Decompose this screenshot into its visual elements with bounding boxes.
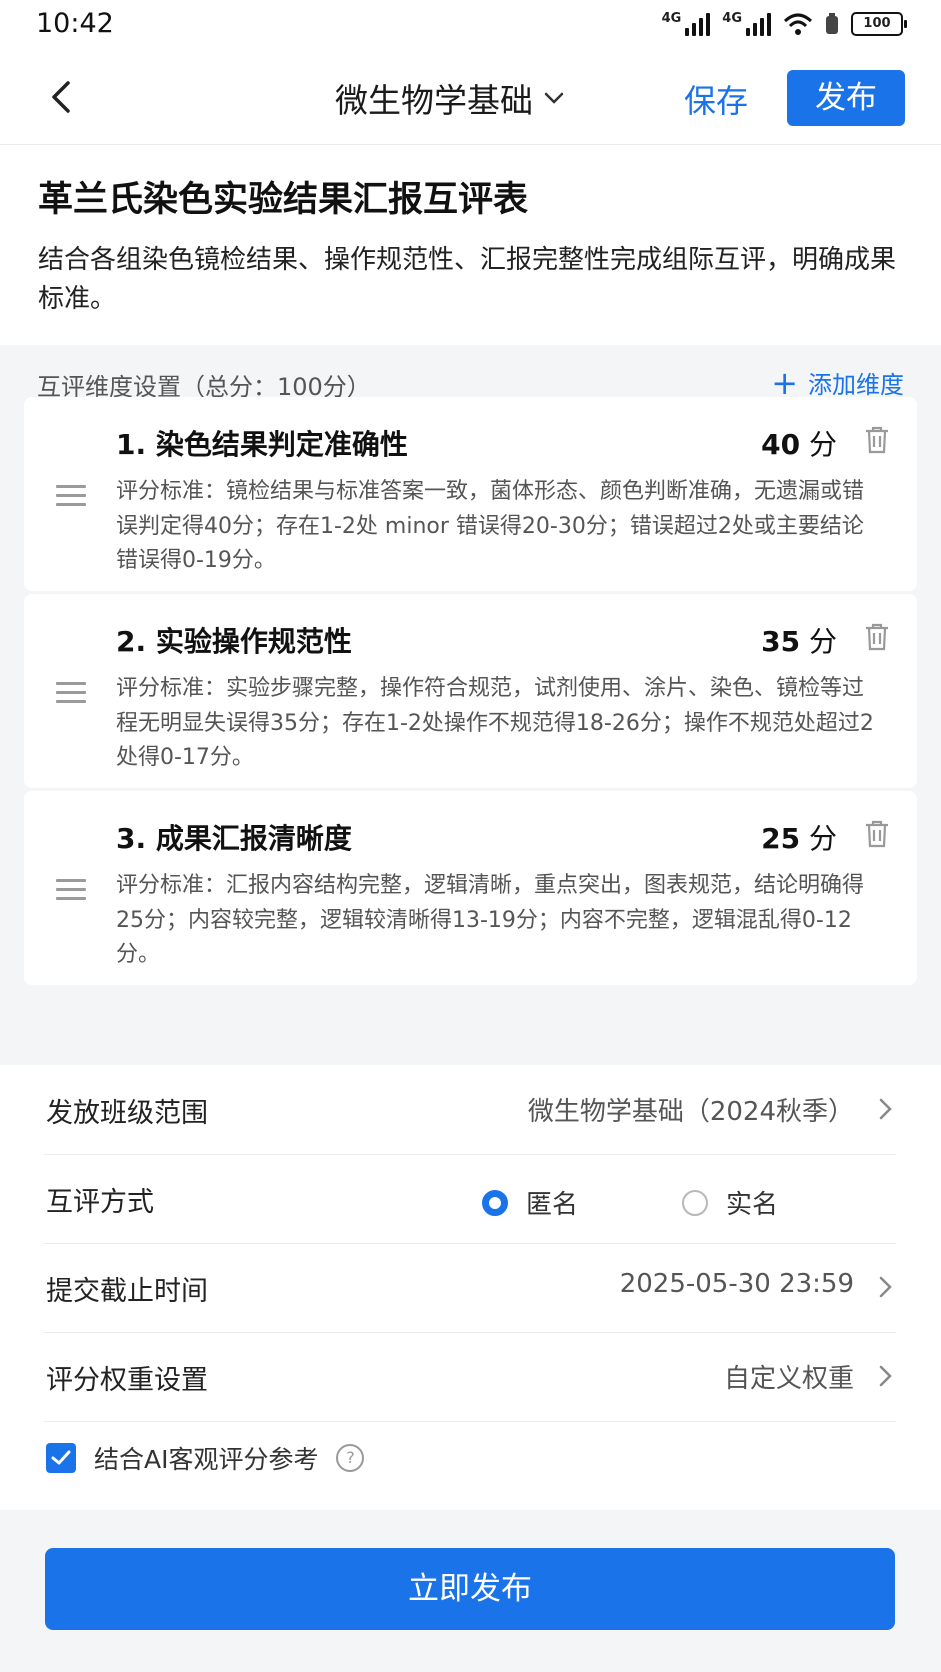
signal-icon: 4G [722, 12, 771, 36]
form-title[interactable]: 革兰氏染色实验结果汇报互评表 [38, 171, 528, 222]
chevron-down-icon [544, 92, 564, 104]
form-header: 革兰氏染色实验结果汇报互评表 结合各组染色镜检结果、操作规范性、汇报完整性完成组… [0, 145, 941, 345]
ai-reference-option: 结合AI客观评分参考 ? [46, 1440, 365, 1476]
radio-real-name[interactable]: 实名 [682, 1184, 778, 1221]
course-title: 微生物学基础 [335, 81, 533, 120]
score-unit: 分 [808, 428, 837, 461]
weight-value: 自定义权重 [723, 1364, 854, 1394]
bottom-bar: 立即发布 [0, 1510, 941, 1672]
wifi-icon [783, 13, 813, 35]
dimension-score[interactable]: 35 分 [761, 620, 837, 660]
dimension-title: 1. 染色结果判定准确性 [116, 428, 408, 461]
dimension-card[interactable]: 3. 成果汇报清晰度 25 分 评分标准：汇报内容结构完整，逻辑清晰，重点突出，… [24, 791, 917, 985]
status-time: 10:42 [36, 8, 114, 39]
deadline-value: 2025-05-30 23:59 [619, 1269, 854, 1299]
trash-icon[interactable] [863, 819, 891, 849]
radio-selected-icon [482, 1189, 508, 1216]
ai-reference-checkbox[interactable] [46, 1443, 76, 1473]
class-scope-label: 发放班级范围 [46, 1098, 208, 1129]
status-icons: 4G 4G 100 [662, 12, 907, 36]
class-scope-value: 微生物学基础（2024秋季） [527, 1097, 854, 1127]
dimension-card[interactable]: 1. 染色结果判定准确性 40 分 评分标准：镜检结果与标准答案一致，菌体形态、… [24, 397, 917, 591]
dimension-title: 3. 成果汇报清晰度 [116, 822, 352, 855]
weight-label: 评分权重设置 [46, 1365, 208, 1396]
save-button[interactable]: 保存 [684, 76, 748, 122]
deadline-row[interactable]: 提交截止时间 2025-05-30 23:59 [44, 1243, 896, 1333]
weight-row[interactable]: 评分权重设置 自定义权重 [44, 1332, 896, 1422]
settings-list: 发放班级范围 微生物学基础（2024秋季） 互评方式 匿名 实名 提交截止时间 … [0, 1065, 941, 1510]
battery-icon: 100 [851, 12, 907, 36]
publish-button[interactable]: 发布 [787, 70, 905, 126]
dimension-criteria: 评分标准：汇报内容结构完整，逻辑清晰，重点突出，图表规范，结论明确得25分；内容… [116, 873, 865, 967]
chevron-right-icon [879, 1098, 892, 1120]
radio-anonymous[interactable]: 匿名 [482, 1184, 578, 1221]
add-dimension-label: 添加维度 [808, 371, 904, 399]
back-arrow-icon[interactable] [44, 77, 84, 117]
deadline-label: 提交截止时间 [46, 1276, 208, 1307]
score-value: 40 [761, 428, 801, 461]
radio-anonymous-label: 匿名 [526, 1190, 579, 1220]
ai-reference-label: 结合AI客观评分参考 [94, 1445, 319, 1474]
form-description[interactable]: 结合各组染色镜检结果、操作规范性、汇报完整性完成组际互评，明确成果标准。 [38, 241, 908, 319]
trash-icon[interactable] [863, 425, 891, 455]
add-dimension-button[interactable]: + 添加维度 [771, 365, 904, 400]
nav-bar: 微生物学基础 保存 发布 [0, 52, 941, 145]
score-value: 25 [761, 822, 801, 855]
plus-icon: + [771, 363, 798, 402]
dimension-card[interactable]: 2. 实验操作规范性 35 分 评分标准：实验步骤完整，操作符合规范，试剂使用、… [24, 594, 917, 788]
signal-label: 4G [722, 11, 742, 26]
score-value: 35 [761, 625, 801, 658]
battery-saver-icon [826, 13, 838, 34]
review-mode-label: 互评方式 [46, 1187, 154, 1218]
radio-real-name-label: 实名 [726, 1190, 779, 1220]
score-unit: 分 [808, 625, 837, 658]
signal-label: 4G [661, 11, 682, 26]
publish-now-button[interactable]: 立即发布 [45, 1548, 895, 1630]
help-icon[interactable]: ? [336, 1444, 365, 1472]
course-selector[interactable]: 微生物学基础 [335, 74, 565, 122]
drag-handle-icon[interactable] [56, 879, 86, 901]
signal-icon: 4G [662, 12, 711, 36]
review-mode-row: 互评方式 匿名 实名 [44, 1154, 896, 1244]
dimension-score[interactable]: 25 分 [761, 817, 837, 857]
score-unit: 分 [808, 822, 837, 855]
drag-handle-icon[interactable] [56, 682, 86, 704]
radio-unselected-icon [682, 1189, 708, 1216]
chevron-right-icon [879, 1276, 892, 1298]
dimension-criteria: 评分标准：实验步骤完整，操作符合规范，试剂使用、涂片、染色、镜检等过程无明显失误… [116, 676, 874, 770]
class-scope-row[interactable]: 发放班级范围 微生物学基础（2024秋季） [44, 1065, 896, 1155]
chevron-right-icon [879, 1365, 892, 1387]
dimension-section: 互评维度设置（总分：100分） + 添加维度 1. 染色结果判定准确性 40 分… [0, 345, 941, 1065]
dimension-score[interactable]: 40 分 [761, 423, 837, 463]
trash-icon[interactable] [863, 622, 891, 652]
check-icon [51, 1450, 71, 1465]
dimension-title: 2. 实验操作规范性 [116, 625, 352, 658]
drag-handle-icon[interactable] [56, 485, 86, 507]
dimension-criteria: 评分标准：镜检结果与标准答案一致，菌体形态、颜色判断准确，无遗漏或错误判定得40… [116, 479, 865, 573]
status-bar: 10:42 4G 4G 100 [0, 0, 941, 52]
